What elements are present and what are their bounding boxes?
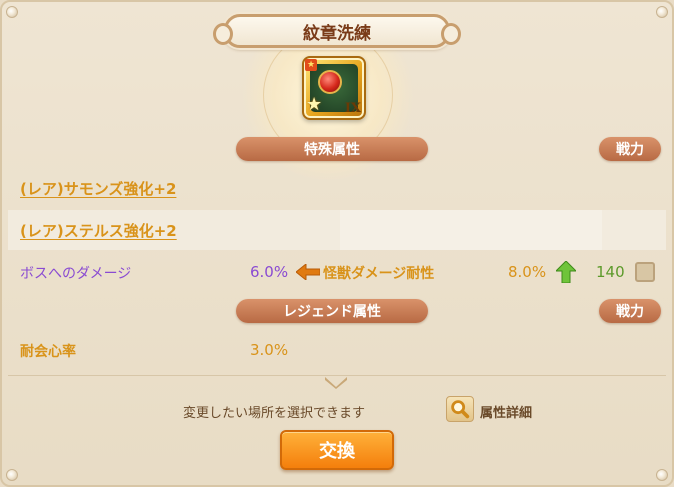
exchange-button[interactable]: 交換 [280, 430, 394, 470]
title-text: 紋章洗練 [303, 23, 371, 44]
legend-attributes-header: レジェンド属性 [236, 299, 428, 323]
details-button[interactable] [446, 396, 474, 422]
row-split [340, 210, 602, 250]
star-icon: ★ [306, 94, 323, 115]
special-attributes-header: 特殊属性 [236, 137, 428, 161]
select-checkbox[interactable] [635, 262, 655, 282]
magnifier-icon [451, 400, 470, 419]
attribute-link[interactable]: (レア)ステルス強化+2 [20, 220, 177, 241]
legend-attribute-value: 3.0% [250, 341, 289, 359]
attribute-row[interactable]: (レア)サモンズ強化+2 [8, 168, 666, 208]
new-attribute-label: 怪獣ダメージ耐性 [323, 266, 435, 282]
corner-ornament [656, 6, 668, 18]
current-attribute-value: 6.0% [250, 263, 289, 281]
power-button-label: 戦力 [616, 142, 644, 158]
legend-attribute-label: 耐会心率 [20, 344, 76, 360]
current-attribute-label: ボスへのダメージ [20, 266, 132, 282]
flag-icon: ★ [305, 59, 317, 71]
emblem-icon[interactable]: ★ ★ IX [302, 56, 366, 120]
new-attribute-value: 8.0% [508, 263, 547, 281]
legend-attribute-row[interactable] [8, 330, 666, 370]
page-title: 紋章洗練 [213, 14, 461, 48]
details-label[interactable]: 属性詳細 [480, 402, 532, 421]
special-attributes-header-label: 特殊属性 [304, 142, 360, 158]
attribute-link[interactable]: (レア)サモンズ強化+2 [20, 178, 176, 199]
power-change-value: 140 [596, 263, 625, 281]
arrow-left-icon [296, 264, 320, 280]
attribute-row[interactable]: (レア)ステルス強化+2 [8, 210, 666, 250]
selection-hint: 変更したい場所を選択できます [183, 406, 366, 421]
corner-ornament [656, 469, 668, 481]
legend-attributes-header-label: レジェンド属性 [283, 304, 381, 320]
legend-power-button[interactable]: 戦力 [599, 299, 661, 323]
emblem-rank: IX [344, 101, 361, 116]
corner-ornament [6, 6, 18, 18]
power-button[interactable]: 戦力 [599, 137, 661, 161]
legend-power-button-label: 戦力 [616, 304, 644, 320]
corner-ornament [6, 469, 18, 481]
arrow-up-icon [556, 261, 576, 283]
gem-icon [318, 70, 342, 94]
chevron-down-icon[interactable] [323, 376, 349, 390]
exchange-button-label: 交換 [319, 441, 355, 462]
